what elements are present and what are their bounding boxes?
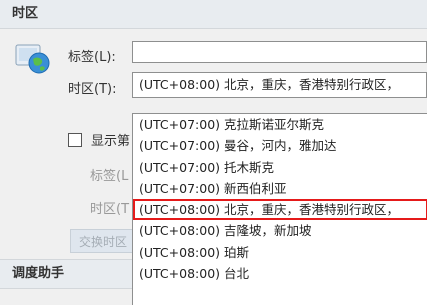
timezone-select-value: (UTC+08:00) 北京，重庆，香港特别行政区， <box>139 77 400 92</box>
timezone-select[interactable]: (UTC+08:00) 北京，重庆，香港特别行政区， <box>132 72 427 98</box>
second-timezone-caption: 时区(T <box>90 202 130 217</box>
timezone-section-title: 时区 <box>0 0 427 29</box>
show-second-timezone-label: 显示第 <box>91 134 131 149</box>
label-caption: 标签(L): <box>68 50 116 65</box>
dropdown-item[interactable]: (UTC+07:00) 新西伯利亚 <box>133 178 427 199</box>
second-label-caption: 标签(L <box>90 169 129 184</box>
swap-timezones-button[interactable]: 交换时区 <box>70 229 136 253</box>
timezone-caption: 时区(T): <box>68 82 117 97</box>
dropdown-item[interactable]: (UTC+08:00) 吉隆坡，新加坡 <box>133 220 427 241</box>
dropdown-item[interactable]: (UTC+08:00) 台北 <box>133 263 427 284</box>
dropdown-item-selected[interactable]: (UTC+08:00) 北京，重庆，香港特别行政区， <box>133 199 427 221</box>
timezone-dropdown-list[interactable]: (UTC+07:00) 克拉斯诺亚尔斯克 (UTC+07:00) 曼谷，河内，雅… <box>132 113 427 305</box>
dropdown-item[interactable]: (UTC+08:00) 珀斯 <box>133 242 427 263</box>
dropdown-item[interactable]: (UTC+07:00) 曼谷，河内，雅加达 <box>133 135 427 156</box>
label-input[interactable] <box>132 41 427 63</box>
show-second-timezone-checkbox[interactable] <box>68 133 82 147</box>
dropdown-item[interactable]: (UTC+07:00) 克拉斯诺亚尔斯克 <box>133 114 427 135</box>
dropdown-item[interactable]: (UTC+07:00) 托木斯克 <box>133 157 427 178</box>
globe-clock-icon <box>15 44 50 74</box>
